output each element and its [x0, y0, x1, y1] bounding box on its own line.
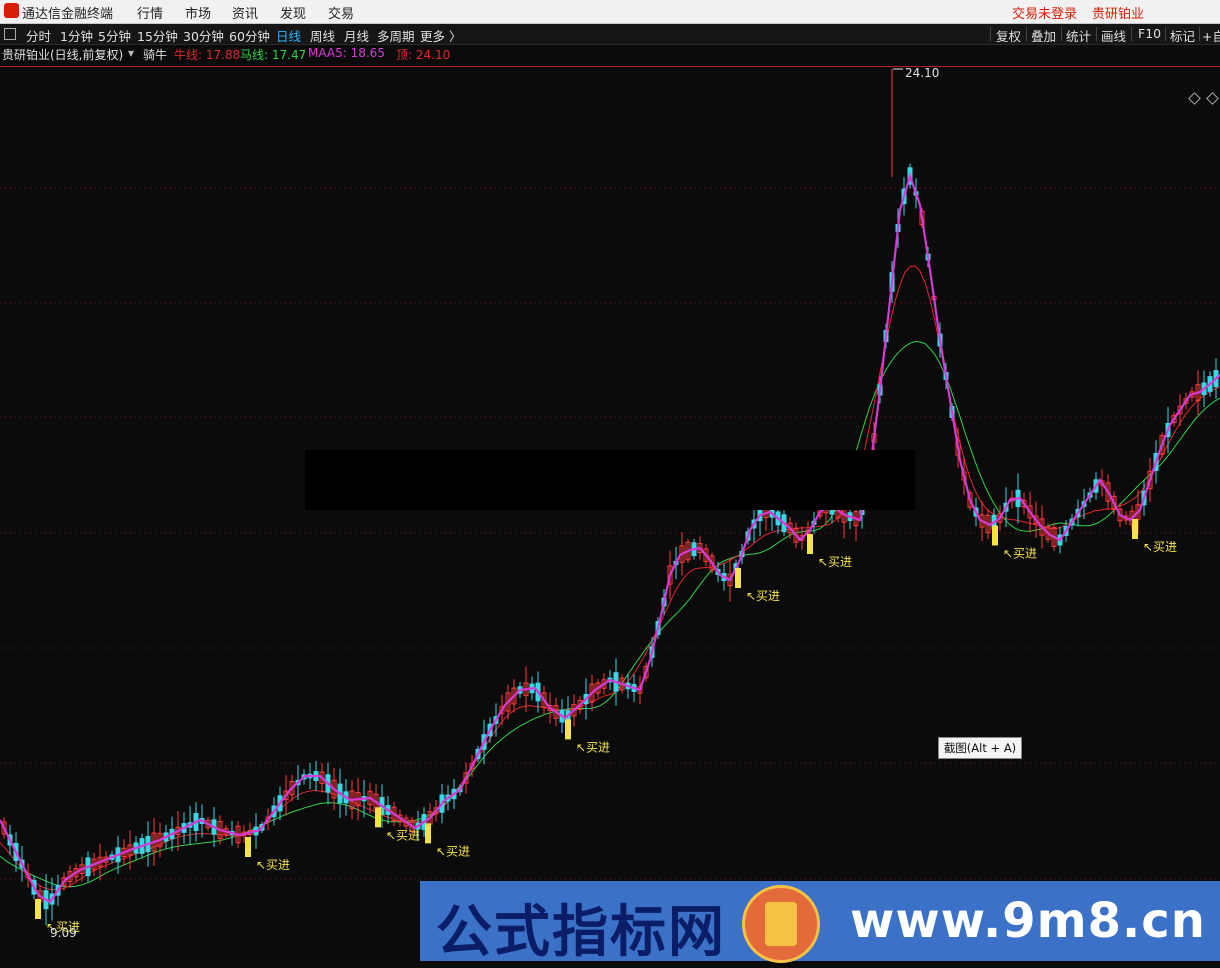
- redaction-box: [305, 450, 915, 510]
- divider: [1061, 27, 1062, 41]
- banner-url-text: www.9m8.cn: [850, 893, 1206, 949]
- buy-signal-bar: [35, 899, 41, 919]
- indicator-name[interactable]: 骑牛: [143, 46, 167, 63]
- f10-button[interactable]: F10: [1138, 26, 1161, 41]
- period-toolbar: 分时 1分钟 5分钟 15分钟 30分钟 60分钟 日线 周线 月线 多周期 更…: [0, 24, 1220, 45]
- stock-name: 贵研铂业: [1092, 7, 1145, 22]
- buy-signal-bar: [735, 568, 741, 588]
- tab-more[interactable]: 更多 〉: [420, 26, 461, 45]
- divider: [1096, 27, 1097, 41]
- horse-line-value: 马线: 17.47: [240, 48, 307, 62]
- tab-timeshare[interactable]: 分时: [26, 26, 51, 45]
- buy-signal-bar: [245, 837, 251, 857]
- watermark-banner: 公式指标网 www.9m8.cn: [420, 881, 1220, 965]
- app-title: 通达信金融终端: [22, 7, 114, 22]
- buy-signal-label: ↖买进: [386, 828, 420, 842]
- buy-signal-bar: [375, 807, 381, 828]
- tab-daily[interactable]: 日线: [276, 26, 301, 45]
- indicator-dropdown-icon[interactable]: ▾: [128, 46, 134, 60]
- tab-60min[interactable]: 60分钟: [229, 26, 270, 45]
- tab-5min[interactable]: 5分钟: [98, 26, 131, 45]
- buy-signal-bar: [565, 719, 571, 740]
- tab-weekly[interactable]: 周线: [310, 26, 335, 45]
- seal-logo-icon: [742, 885, 820, 963]
- divider: [1131, 27, 1132, 41]
- menu-market[interactable]: 市场: [185, 3, 211, 22]
- maa5-value: MAA5: 18.65: [308, 46, 385, 60]
- horse-line: [0, 340, 1220, 888]
- high-price-label: 24.10: [905, 67, 939, 80]
- tab-30min[interactable]: 30分钟: [183, 26, 224, 45]
- title-bar: 通达信金融终端 行情 市场 资讯 发现 交易 交易未登录 贵研铂业: [0, 0, 1220, 24]
- buy-signal-bar: [1132, 519, 1138, 539]
- maa5-line: [0, 172, 1220, 904]
- panel-toggle-icon[interactable]: [4, 28, 16, 40]
- buy-signal-label: ↖买进: [576, 740, 610, 754]
- buy-signal-bar: [807, 534, 813, 554]
- menu-quotes[interactable]: 行情: [137, 3, 163, 22]
- tab-multi-period[interactable]: 多周期: [377, 26, 415, 45]
- buy-signal-bar: [992, 525, 998, 546]
- top-value: 顶: 24.10: [396, 48, 451, 62]
- indicator-info-bar: 贵研铂业(日线,前复权) ▾ 骑牛 牛线: 17.88 马线: 17.47 MA…: [0, 45, 1220, 105]
- draw-button[interactable]: 画线: [1101, 26, 1126, 45]
- custom-button[interactable]: +自: [1202, 26, 1220, 45]
- overlay-button[interactable]: 叠加: [1031, 26, 1056, 45]
- tab-1min[interactable]: 1分钟: [60, 26, 93, 45]
- buy-signal-label: ↖买进: [256, 858, 290, 872]
- buy-signal-label: ↖买进: [746, 589, 780, 603]
- buy-signal-label: ↖买进: [1003, 547, 1037, 561]
- screenshot-tooltip: 截图(Alt + A): [938, 737, 1022, 759]
- tab-15min[interactable]: 15分钟: [137, 26, 178, 45]
- divider: [1199, 27, 1200, 41]
- stats-button[interactable]: 统计: [1066, 26, 1091, 45]
- adjust-button[interactable]: 复权: [996, 26, 1021, 45]
- chart-title: 贵研铂业(日线,前复权): [2, 48, 124, 62]
- banner-left-text: 公式指标网: [436, 900, 726, 965]
- menu-trade[interactable]: 交易: [328, 3, 354, 22]
- bull-line: [0, 265, 1220, 891]
- buy-signal-label: ↖买进: [818, 555, 852, 569]
- low-price-label: 9.09: [50, 926, 77, 940]
- menu-discover[interactable]: 发现: [280, 3, 306, 22]
- divider: [990, 27, 991, 41]
- buy-signal-bar: [425, 823, 431, 844]
- buy-signal-label: ↖买进: [436, 844, 470, 858]
- login-status[interactable]: 交易未登录: [1012, 3, 1077, 22]
- buy-signal-label: ↖买进: [1143, 540, 1177, 554]
- bull-line-value: 牛线: 17.88: [174, 48, 241, 62]
- menu-news[interactable]: 资讯: [232, 3, 258, 22]
- candlestick-chart[interactable]: ↖买进↖买进↖买进↖买进↖买进↖买进↖买进↖买进 ↖买进24.109.09: [0, 67, 1220, 961]
- mark-button[interactable]: 标记: [1170, 26, 1195, 45]
- app-logo-icon: [4, 3, 19, 18]
- divider: [1165, 27, 1166, 41]
- divider: [1026, 27, 1027, 41]
- tab-monthly[interactable]: 月线: [344, 26, 369, 45]
